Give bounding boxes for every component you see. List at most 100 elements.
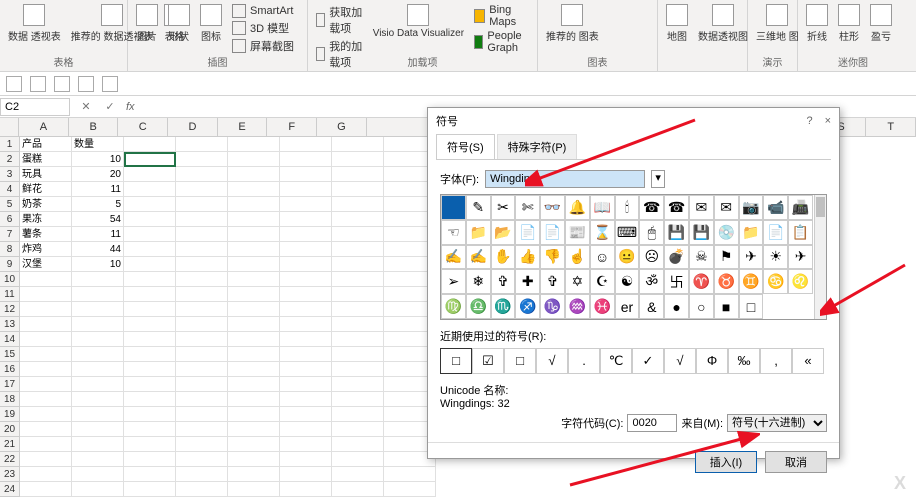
symbol-cell[interactable]: ✍: [466, 245, 491, 270]
row-header[interactable]: 20: [0, 422, 20, 437]
row-header[interactable]: 15: [0, 347, 20, 362]
symbol-cell[interactable]: ✚: [515, 269, 540, 294]
cell[interactable]: 炸鸡: [20, 242, 72, 257]
cell[interactable]: [332, 287, 384, 302]
symbol-cell[interactable]: ✈: [739, 245, 764, 270]
cell[interactable]: [124, 332, 176, 347]
symbol-cell[interactable]: 📁: [466, 220, 491, 245]
cell[interactable]: [332, 212, 384, 227]
symbol-cell[interactable]: ☯: [615, 269, 640, 294]
symbol-cell[interactable]: ✈: [788, 245, 813, 270]
row-header[interactable]: 6: [0, 212, 20, 227]
icons-button[interactable]: 图标: [200, 4, 222, 54]
cell[interactable]: [124, 452, 176, 467]
cell[interactable]: [176, 347, 228, 362]
cell[interactable]: 5: [72, 197, 124, 212]
3dmodel-button[interactable]: 3D 模型: [232, 20, 294, 36]
cell[interactable]: [124, 377, 176, 392]
cell[interactable]: [176, 137, 228, 152]
recent-symbol[interactable]: ‰: [728, 348, 760, 374]
cell[interactable]: [332, 317, 384, 332]
row-header[interactable]: 16: [0, 362, 20, 377]
cell[interactable]: [228, 437, 280, 452]
cell[interactable]: [228, 152, 280, 167]
cell[interactable]: [20, 407, 72, 422]
cell[interactable]: [124, 407, 176, 422]
cell[interactable]: [280, 377, 332, 392]
cell[interactable]: [228, 317, 280, 332]
cell[interactable]: [384, 482, 436, 497]
sparkline-column-button[interactable]: 柱形: [838, 4, 860, 43]
row-header[interactable]: 11: [0, 287, 20, 302]
cell[interactable]: [176, 227, 228, 242]
cell[interactable]: [280, 302, 332, 317]
recent-symbol[interactable]: ℃: [600, 348, 632, 374]
cell[interactable]: 10: [72, 152, 124, 167]
symbol-cell[interactable]: ⚑: [714, 245, 739, 270]
symbol-cell[interactable]: ✄: [515, 195, 540, 220]
cell[interactable]: [124, 212, 176, 227]
cell[interactable]: [280, 362, 332, 377]
insert-button[interactable]: 插入(I): [695, 451, 757, 473]
cell[interactable]: [280, 257, 332, 272]
redo-icon[interactable]: [30, 76, 46, 92]
cell[interactable]: [20, 437, 72, 452]
symbol-cell[interactable]: ♌: [788, 269, 813, 294]
symbol-cell[interactable]: 👎: [540, 245, 565, 270]
cell[interactable]: [228, 467, 280, 482]
cell[interactable]: [280, 332, 332, 347]
symbol-cell[interactable]: ♉: [714, 269, 739, 294]
symbol-cell[interactable]: 💾: [664, 220, 689, 245]
column-header[interactable]: G: [317, 118, 367, 136]
recent-symbol[interactable]: .: [568, 348, 600, 374]
cell[interactable]: [228, 377, 280, 392]
qat-icon[interactable]: [54, 76, 70, 92]
cell[interactable]: [72, 347, 124, 362]
cell[interactable]: [124, 167, 176, 182]
row-header[interactable]: 7: [0, 227, 20, 242]
cell[interactable]: [176, 152, 228, 167]
recent-symbol[interactable]: √: [536, 348, 568, 374]
symbol-cell[interactable]: ⌨: [615, 220, 640, 245]
help-icon[interactable]: ?: [806, 115, 812, 127]
chart-type-icon[interactable]: [609, 18, 627, 30]
row-header[interactable]: 1: [0, 137, 20, 152]
symbol-cell[interactable]: 📄: [763, 220, 788, 245]
cell[interactable]: [124, 137, 176, 152]
cell[interactable]: [20, 422, 72, 437]
cell[interactable]: [176, 317, 228, 332]
recent-symbol[interactable]: ,: [760, 348, 792, 374]
3dmap-button[interactable]: 三维地 图: [756, 4, 799, 43]
cell[interactable]: [176, 452, 228, 467]
symbol-scrollbar[interactable]: [814, 195, 826, 319]
row-header[interactable]: 10: [0, 272, 20, 287]
row-header[interactable]: 8: [0, 242, 20, 257]
cell[interactable]: [332, 422, 384, 437]
cell[interactable]: [72, 287, 124, 302]
cell[interactable]: [332, 227, 384, 242]
symbol-cell[interactable]: ☀: [763, 245, 788, 270]
cell[interactable]: [332, 362, 384, 377]
cell[interactable]: [228, 167, 280, 182]
symbol-cell[interactable]: ♓: [590, 294, 615, 319]
cell[interactable]: [124, 482, 176, 497]
symbol-cell[interactable]: ☺: [590, 245, 615, 270]
cell[interactable]: [176, 182, 228, 197]
font-dropdown-icon[interactable]: ▾: [651, 170, 665, 188]
cell[interactable]: [176, 362, 228, 377]
symbol-cell[interactable]: ♐: [515, 294, 540, 319]
row-header[interactable]: 3: [0, 167, 20, 182]
cell[interactable]: [228, 347, 280, 362]
cell[interactable]: [124, 347, 176, 362]
cell[interactable]: [280, 197, 332, 212]
cell[interactable]: [72, 422, 124, 437]
row-header[interactable]: 24: [0, 482, 20, 497]
cell[interactable]: [20, 317, 72, 332]
symbol-cell[interactable]: ☎: [639, 195, 664, 220]
cell[interactable]: [280, 272, 332, 287]
symbol-cell[interactable]: 📖: [590, 195, 615, 220]
cell[interactable]: [280, 212, 332, 227]
cell[interactable]: [332, 392, 384, 407]
symbol-cell[interactable]: ♏: [491, 294, 516, 319]
close-icon[interactable]: ×: [825, 115, 831, 127]
